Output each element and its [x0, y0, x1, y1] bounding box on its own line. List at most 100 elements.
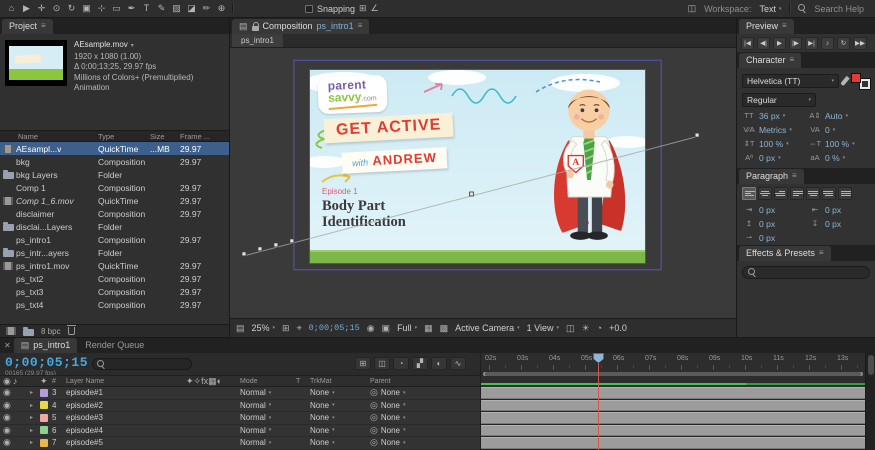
next-frame-button[interactable]: |▶	[789, 37, 802, 50]
fast-previews-icon[interactable]	[582, 324, 590, 333]
project-row[interactable]: Comp 1_6.movQuickTime29.97	[0, 194, 229, 207]
layer-name[interactable]: episode#1	[66, 388, 186, 397]
pickwhip-icon[interactable]	[370, 401, 378, 410]
eye-icon[interactable]	[3, 413, 11, 422]
tab-project[interactable]: Project	[2, 19, 53, 34]
motion-blur-button[interactable]: ◐	[431, 357, 447, 370]
panel-menu-icon[interactable]	[41, 22, 46, 30]
font-size-value[interactable]: 36 px	[759, 111, 785, 121]
indent-left-value[interactable]: 0 px	[759, 205, 775, 215]
timeline-layer-row[interactable]: ▸5episode#3NormalNoneNone	[0, 412, 480, 425]
work-area-bar[interactable]	[483, 372, 863, 376]
snapping-checkbox[interactable]	[305, 5, 313, 13]
font-style-select[interactable]: Regular	[742, 93, 816, 107]
layer-parent-select[interactable]: None	[370, 388, 480, 397]
column-t[interactable]: T	[296, 378, 310, 385]
layer-name[interactable]: episode#2	[66, 401, 186, 410]
layer-trkmat-select[interactable]: None	[310, 426, 370, 435]
project-row[interactable]: ps_txt2Composition29.97	[0, 272, 229, 285]
viewer-tab-ps-intro1[interactable]: ps_intro1	[232, 34, 283, 47]
layer-mode-select[interactable]: Normal	[240, 413, 296, 422]
exposure-value[interactable]: +0.0	[609, 323, 627, 333]
tab-effects-presets[interactable]: Effects & Presets	[739, 246, 831, 261]
audio-button[interactable]: ♪	[821, 37, 834, 50]
layer-trkmat-select[interactable]: None	[310, 413, 370, 422]
viewer-timecode[interactable]: 0;00;05;15	[309, 323, 360, 333]
leading-value[interactable]: Auto	[825, 111, 848, 121]
layer-mode-select[interactable]: Normal	[240, 401, 296, 410]
pen-tool[interactable]	[125, 4, 138, 13]
pickwhip-icon[interactable]	[370, 438, 378, 447]
snap-options-icon[interactable]	[359, 4, 367, 13]
column-name[interactable]: Name	[18, 132, 98, 141]
hand-tool[interactable]	[35, 4, 48, 13]
layer-duration-bar[interactable]	[481, 425, 865, 438]
column-size[interactable]: Size	[150, 132, 180, 141]
eraser-tool[interactable]	[185, 4, 198, 13]
layer-av-toggles[interactable]	[0, 426, 30, 435]
layer-expand-arrow[interactable]: ▸	[30, 414, 40, 421]
grid-guides-icon[interactable]	[282, 324, 290, 333]
interpret-footage-icon[interactable]	[6, 327, 16, 335]
new-folder-icon[interactable]	[23, 329, 34, 336]
space-before-value[interactable]: 0 px	[759, 219, 775, 229]
first-line-indent-value[interactable]: 0 px	[759, 233, 775, 243]
brush-tool[interactable]	[155, 4, 168, 13]
column-frame-rate[interactable]: Frame ...	[180, 132, 229, 141]
show-snapshot-icon[interactable]	[382, 324, 391, 333]
column-trkmat[interactable]: TrkMat	[310, 378, 370, 385]
hide-shy-layers-button[interactable]: ◔	[393, 357, 409, 370]
eye-icon[interactable]	[3, 426, 11, 435]
tracking-value[interactable]: 0	[825, 125, 835, 135]
panel-menu-icon[interactable]	[792, 172, 797, 180]
layer-av-toggles[interactable]	[0, 413, 30, 422]
space-after-value[interactable]: 0 px	[825, 219, 841, 229]
tab-preview[interactable]: Preview	[739, 19, 794, 34]
view-layout-select[interactable]: 1 View	[527, 323, 559, 333]
selection-tool[interactable]	[20, 4, 33, 13]
horizontal-scale-value[interactable]: 100 %	[825, 139, 855, 149]
project-row[interactable]: bkgComposition29.97	[0, 155, 229, 168]
eye-icon[interactable]	[3, 401, 11, 410]
current-timecode[interactable]: 0;00;05;15	[5, 355, 88, 370]
align-right-button[interactable]	[774, 187, 788, 200]
timeline-layer-row[interactable]: ▸6episode#4NormalNoneNone	[0, 425, 480, 438]
panel-menu-icon[interactable]	[782, 22, 787, 30]
panel-menu-icon[interactable]	[819, 249, 824, 257]
pixel-aspect-icon[interactable]	[566, 324, 575, 333]
column-parent[interactable]: Parent	[370, 378, 480, 385]
frame-blend-button[interactable]: ▞	[412, 357, 428, 370]
footage-name[interactable]: AEsample.mov	[74, 40, 193, 52]
camera-select[interactable]: Active Camera	[455, 323, 520, 333]
lock-icon[interactable]	[252, 26, 259, 31]
project-row[interactable]: ps_intro1Composition29.97	[0, 233, 229, 246]
layer-label-chip[interactable]	[40, 426, 52, 434]
resolution-select[interactable]: Full	[397, 323, 417, 333]
layer-name[interactable]: episode#4	[66, 426, 186, 435]
layer-parent-select[interactable]: None	[370, 413, 480, 422]
column-layer-name[interactable]: Layer Name	[66, 378, 186, 385]
draft-3d-button[interactable]: ◫	[374, 357, 390, 370]
comp-mini-flowchart-button[interactable]: ⊞	[355, 357, 371, 370]
tab-render-queue[interactable]: Render Queue	[78, 338, 151, 353]
mask-target-icon[interactable]	[297, 324, 302, 333]
eye-icon[interactable]	[3, 438, 11, 447]
pan-behind-tool[interactable]	[95, 4, 108, 13]
prev-frame-button[interactable]: ◀|	[757, 37, 770, 50]
layer-trkmat-select[interactable]: None	[310, 388, 370, 397]
layer-av-toggles[interactable]	[0, 401, 30, 410]
tab-timeline-ps-intro1[interactable]: ps_intro1	[14, 338, 78, 353]
timeline-scrollbar[interactable]	[865, 353, 875, 450]
rotation-tool[interactable]	[65, 4, 78, 13]
indent-right-value[interactable]: 0 px	[825, 205, 841, 215]
layer-label-chip[interactable]	[40, 439, 52, 447]
timeline-layer-row[interactable]: ▸4episode#2NormalNoneNone	[0, 400, 480, 413]
home-button[interactable]	[5, 4, 18, 13]
close-panel-icon[interactable]	[4, 342, 11, 350]
project-row[interactable]: ps_txt3Composition29.97	[0, 285, 229, 298]
snap-angle-icon[interactable]	[371, 4, 379, 13]
trash-icon[interactable]	[68, 327, 75, 335]
layer-av-toggles[interactable]	[0, 438, 30, 447]
effects-search-input[interactable]	[742, 266, 870, 279]
roto-brush-tool[interactable]	[200, 4, 213, 13]
